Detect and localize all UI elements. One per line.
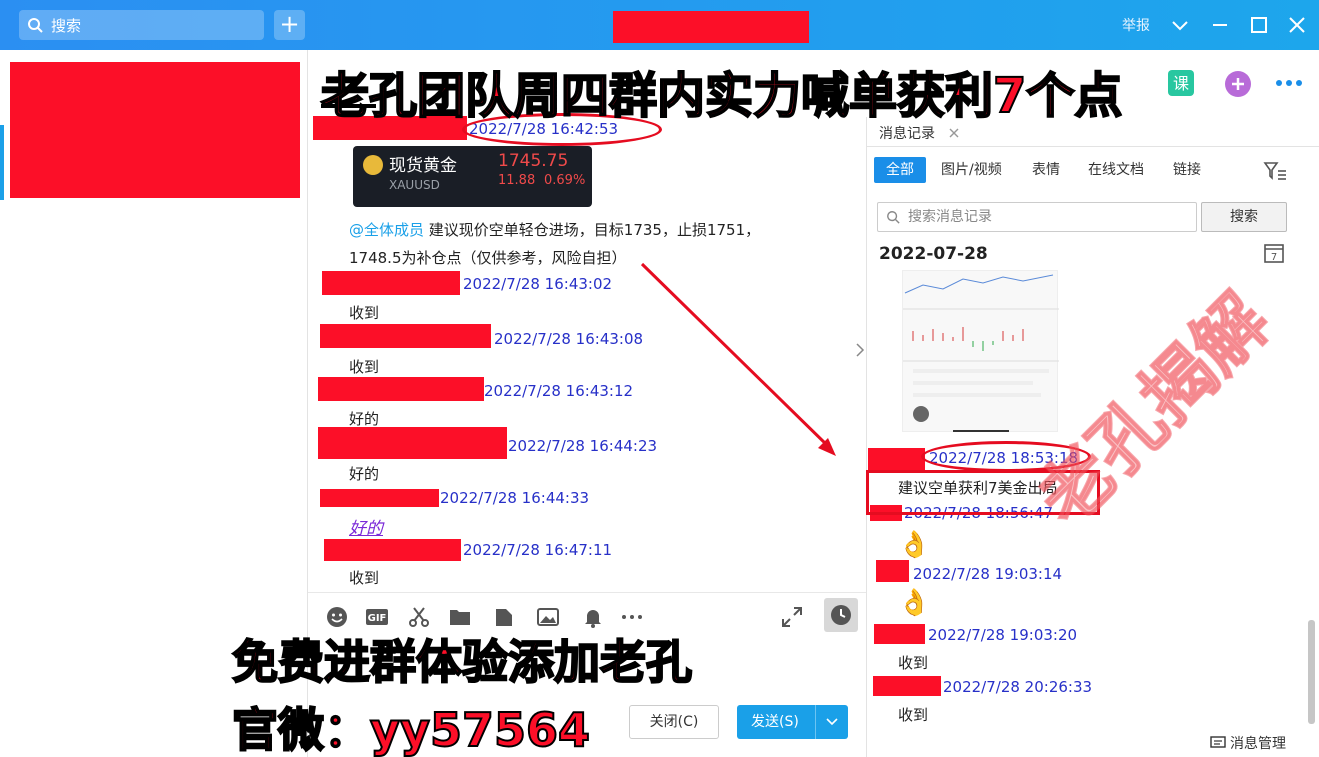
redacted-contact[interactable] — [10, 62, 300, 198]
message-text: 好的 — [349, 410, 380, 428]
message-time: 2022/7/28 16:43:08 — [494, 330, 644, 348]
maximize-icon[interactable] — [1247, 13, 1271, 37]
history-search-button[interactable]: 搜索 — [1201, 202, 1287, 232]
promo-line-1: 免费进群体验添加老孔 — [231, 634, 693, 690]
gold-name: 现货黄金 — [389, 156, 457, 176]
chevron-down-icon[interactable] — [1168, 13, 1192, 37]
chart-thumbnail-image — [903, 274, 1059, 432]
message-text: 收到 — [349, 304, 380, 322]
redacted-title — [613, 11, 809, 43]
filter-stickers[interactable]: 表情 — [1032, 157, 1060, 183]
message-time: 2022/7/28 16:44:33 — [440, 489, 590, 507]
expand-icon[interactable] — [780, 605, 804, 629]
message-manage-button[interactable]: 消息管理 — [1210, 733, 1286, 753]
gold-code: XAUUSD — [389, 178, 440, 192]
search-icon — [28, 18, 43, 33]
gold-coin-icon — [363, 155, 383, 175]
message-manage-label: 消息管理 — [1230, 736, 1286, 752]
redacted-sender — [873, 676, 941, 696]
advice-line-2: 1748.5为补仓点（仅供参考，风险自担） — [349, 249, 627, 267]
minimize-icon[interactable] — [1208, 13, 1232, 37]
redacted-sender — [868, 448, 925, 470]
svg-text:课: 课 — [1173, 74, 1189, 93]
filter-all[interactable]: 全部 — [874, 157, 926, 183]
mention-all[interactable]: @全体成员 — [349, 221, 424, 239]
history-tab-close[interactable] — [948, 123, 960, 143]
close-icon[interactable] — [1285, 13, 1309, 37]
redacted-sender — [876, 560, 909, 582]
redacted-sender — [318, 427, 507, 459]
message-time: 2022/7/28 16:47:11 — [463, 541, 613, 559]
add-member-icon[interactable] — [1224, 70, 1252, 98]
collapse-panel-icon[interactable] — [853, 330, 867, 370]
history-search-input[interactable]: 搜索消息记录 — [877, 202, 1197, 232]
history-time: 2022/7/28 19:03:20 — [928, 626, 1078, 644]
search-icon — [887, 211, 900, 224]
filter-links[interactable]: 链接 — [1173, 157, 1201, 183]
tab-divider — [866, 146, 1319, 147]
active-contact-indicator — [0, 125, 4, 200]
redacted-sender — [320, 324, 491, 348]
history-date: 2022-07-28 — [879, 244, 988, 264]
redacted-sender — [320, 489, 439, 507]
promo-banner: 老孔团队周四群内实力喊单获利7个点 — [320, 67, 1123, 125]
clock-icon — [831, 605, 851, 625]
history-time: 2022/7/28 20:26:33 — [943, 678, 1093, 696]
ok-hand-emoji: 👌 — [898, 530, 931, 560]
svg-text:GIF: GIF — [368, 613, 387, 624]
promo-line-2: 官微：yy57564 — [231, 702, 591, 757]
chart-screenshot-thumbnail[interactable] — [902, 270, 1059, 432]
message-text: 好的 — [349, 519, 383, 539]
add-button[interactable]: + — [274, 10, 305, 40]
message-time: 2022/7/28 16:43:02 — [463, 275, 613, 293]
history-time: 2022/7/28 19:03:14 — [913, 565, 1063, 583]
advice-text-1: 建议现价空单轻仓进场，目标1735，止损1751， — [428, 221, 761, 239]
calendar-icon[interactable]: 7 — [1263, 242, 1285, 264]
close-button[interactable]: 关闭(C) — [629, 705, 719, 739]
redacted-sender — [324, 539, 461, 561]
advice-line-1: @全体成员 建议现价空单轻仓进场，目标1735，止损1751， — [349, 219, 760, 240]
history-button[interactable] — [824, 598, 858, 632]
annotation-arrow — [640, 262, 836, 456]
gold-change: 11.88 — [498, 173, 536, 188]
history-tab[interactable]: 消息记录 — [879, 123, 935, 143]
message-text: 收到 — [349, 569, 380, 587]
redacted-sender — [322, 271, 460, 295]
more-icon[interactable] — [1274, 76, 1304, 90]
chevron-down-icon — [826, 718, 838, 726]
message-text: 收到 — [349, 358, 380, 376]
close-icon — [949, 128, 959, 138]
filter-icon[interactable] — [1263, 160, 1287, 182]
redacted-sender — [318, 377, 484, 401]
message-time: 2022/7/28 16:43:12 — [484, 382, 634, 400]
title-bar: 搜索 + 举报 — [0, 0, 1319, 50]
history-text: 收到 — [898, 654, 929, 672]
search-placeholder: 搜索 — [51, 16, 82, 35]
history-text: 收到 — [898, 706, 929, 724]
message-time: 2022/7/28 16:44:23 — [508, 437, 658, 455]
redacted-sender — [874, 624, 925, 644]
gold-price: 1745.75 — [498, 151, 569, 171]
filter-docs[interactable]: 在线文档 — [1088, 157, 1144, 183]
report-link[interactable]: 举报 — [1122, 15, 1150, 35]
gold-percent: 0.69% — [544, 173, 586, 188]
send-options-button[interactable] — [815, 705, 848, 739]
course-icon[interactable]: 课 — [1166, 68, 1196, 98]
filter-media[interactable]: 图片/视频 — [941, 157, 1002, 183]
search-input[interactable]: 搜索 — [19, 10, 264, 40]
history-scrollbar[interactable] — [1308, 620, 1315, 724]
history-search-placeholder: 搜索消息记录 — [908, 209, 992, 225]
chat-manage-icon — [1210, 736, 1226, 748]
ok-hand-emoji: 👌 — [898, 588, 931, 618]
gold-quote-card[interactable]: 现货黄金 XAUUSD 1745.75 11.88 0.69% — [353, 146, 592, 207]
svg-text:7: 7 — [1271, 252, 1277, 263]
message-text: 好的 — [349, 465, 380, 483]
app-window: 搜索 + 举报 课 2022/7/28 16:42:53 现货黄金 XAUUSD… — [0, 0, 1319, 757]
